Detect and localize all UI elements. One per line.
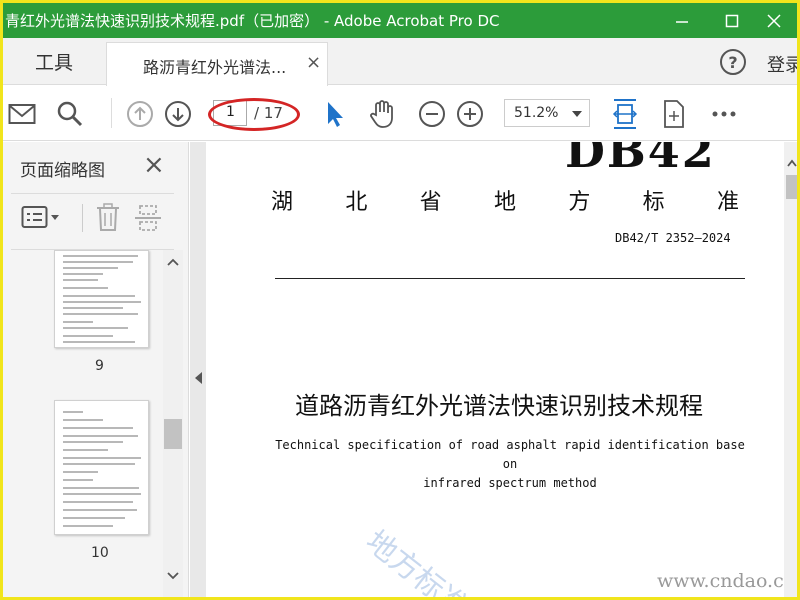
arrow-down-circle-icon (165, 100, 191, 127)
search-icon (57, 101, 83, 126)
site-watermark: www.cndao.com (657, 570, 784, 592)
heading-rule (275, 278, 745, 279)
next-page-button[interactable] (163, 86, 193, 141)
chevron-down-icon (572, 111, 582, 117)
heading-char: 湖 (271, 190, 294, 215)
window-title: 青红外光谱法快速识别技术规程.pdf（已加密） - Adobe Acrobat … (5, 12, 500, 30)
title-bar: 青红外光谱法快速识别技术规程.pdf（已加密） - Adobe Acrobat … (3, 3, 797, 38)
document-scrollbar[interactable] (784, 142, 797, 597)
province-standard-heading: 湖 北 省 地 方 标 准 (271, 184, 739, 216)
tab-document-label: 路沥青红外光谱法... (143, 58, 287, 77)
fit-page-button[interactable] (611, 86, 639, 141)
triangle-left-icon (195, 372, 202, 384)
heading-char: 地 (493, 190, 516, 215)
tab-document[interactable]: 路沥青红外光谱法... × (106, 42, 328, 86)
thumbnail-page-9[interactable] (54, 250, 149, 348)
pointer-arrow-icon (328, 101, 343, 127)
document-title-cn: 道路沥青红外光谱法快速识别技术规程 (295, 392, 703, 420)
zoom-out-button[interactable] (417, 86, 447, 141)
panel-collapse-handle[interactable] (190, 142, 206, 597)
thumbnail-panel: 页面缩略图 × 9 10 (3, 142, 189, 597)
minimize-button[interactable] (659, 3, 705, 38)
thumbnail-page-number: 9 (95, 358, 104, 374)
heading-char: 准 (716, 190, 739, 215)
thumbnail-page-number: 10 (91, 545, 109, 561)
toolbar-divider (111, 98, 112, 128)
watermark-text: 地方标准 (358, 524, 475, 600)
close-window-button[interactable] (751, 3, 797, 38)
page-arrows-icon (664, 99, 684, 128)
zoom-value: 51.2% (514, 105, 559, 121)
divider (11, 193, 174, 194)
tab-tools[interactable]: 工具 (3, 38, 105, 85)
thumbnail-options-button[interactable] (21, 204, 61, 234)
hand-icon (370, 99, 393, 128)
minimize-icon (676, 20, 688, 23)
document-title-en: Technical specification of road asphalt … (275, 436, 745, 493)
zoom-select[interactable]: 51.2% (504, 99, 590, 127)
delete-page-button[interactable] (95, 202, 121, 236)
document-view[interactable]: DB42 湖 北 省 地 方 标 准 DB42/T 2352—2024 道路沥青… (207, 142, 784, 600)
minus-circle-icon (419, 100, 445, 127)
rotate-page-button[interactable] (659, 86, 689, 141)
zoom-in-button[interactable] (455, 86, 485, 141)
chevron-up-icon (787, 159, 797, 167)
panel-title: 页面缩略图 (20, 161, 105, 181)
red-annotation-ellipse (208, 98, 300, 131)
mail-icon (8, 103, 36, 124)
standard-number: DB42/T 2352—2024 (615, 231, 731, 245)
trash-icon (97, 203, 119, 231)
en-title-line: Technical specification of road asphalt … (275, 438, 745, 471)
login-button[interactable]: 登录 (767, 51, 797, 77)
chevron-up-icon (167, 258, 179, 266)
heading-char: 省 (419, 190, 442, 215)
email-button[interactable] (7, 86, 37, 141)
help-button[interactable]: ? (720, 49, 746, 75)
heading-char: 标 (642, 190, 665, 215)
heading-char: 方 (568, 190, 591, 215)
maximize-icon (725, 14, 739, 27)
tab-close-button[interactable]: × (306, 52, 321, 73)
more-options-button[interactable] (709, 86, 739, 141)
ellipsis-icon (712, 111, 736, 116)
select-tool-button[interactable] (323, 86, 347, 141)
main-toolbar: 1 / 17 51.2% (3, 86, 797, 141)
search-button[interactable] (55, 86, 85, 141)
heading-char: 北 (345, 190, 368, 215)
thumbnail-list: 9 10 (3, 250, 163, 597)
list-options-icon (21, 206, 59, 228)
page-split-icon (135, 205, 161, 231)
plus-circle-icon (457, 100, 483, 127)
tab-bar: 工具 路沥青红外光谱法... × ? 登录 (3, 38, 797, 86)
app-window: 青红外光谱法快速识别技术规程.pdf（已加密） - Adobe Acrobat … (0, 0, 800, 600)
thumbnail-scroll-thumb[interactable] (164, 419, 182, 449)
maximize-button[interactable] (709, 3, 755, 38)
divider (82, 204, 83, 232)
close-icon (767, 13, 781, 28)
en-title-line: infrared spectrum method (423, 476, 597, 490)
standard-code-fragment: DB42 (565, 142, 716, 178)
extract-page-button[interactable] (135, 204, 161, 236)
document-scroll-thumb[interactable] (786, 175, 797, 199)
arrow-up-circle-icon (127, 100, 153, 127)
thumbnail-page-10[interactable] (54, 400, 149, 535)
chevron-down-icon (167, 572, 179, 580)
panel-close-button[interactable]: × (143, 152, 165, 178)
fit-width-icon (612, 98, 638, 129)
hand-tool-button[interactable] (367, 86, 397, 141)
previous-page-button[interactable] (125, 86, 155, 141)
